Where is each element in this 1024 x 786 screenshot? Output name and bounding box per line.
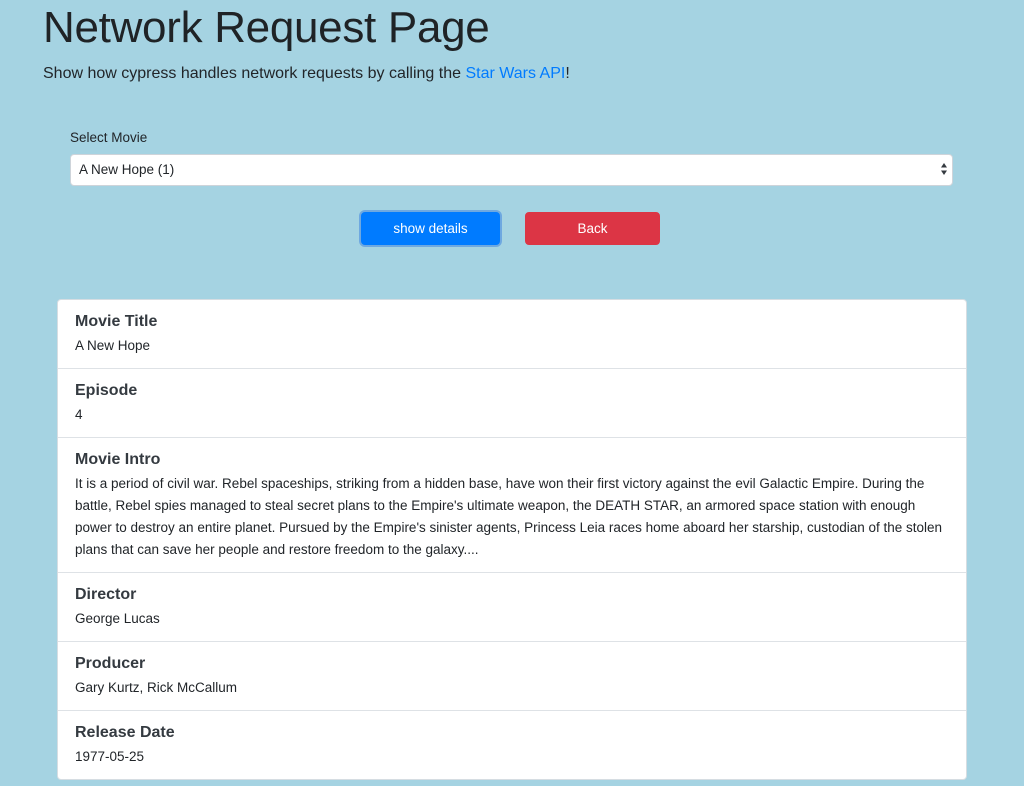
detail-row-release-date: Release Date 1977-05-25 (58, 710, 966, 779)
detail-row-director: Director George Lucas (58, 572, 966, 641)
back-button[interactable]: Back (525, 212, 660, 245)
subtitle-end: ! (565, 65, 570, 82)
detail-value: It is a period of civil war. Rebel space… (75, 476, 943, 557)
movie-select-value: A New Hope (1) (79, 162, 175, 177)
select-arrows-icon (941, 163, 947, 175)
detail-value: Gary Kurtz, Rick McCallum (75, 680, 238, 695)
detail-label: Episode (75, 382, 138, 399)
detail-value: George Lucas (75, 611, 160, 626)
page-subtitle: Show how cypress handles network request… (43, 63, 570, 85)
detail-label: Producer (75, 655, 146, 672)
detail-row-movie-intro: Movie Intro It is a period of civil war.… (58, 437, 966, 572)
detail-value: 1977-05-25 (75, 749, 145, 764)
detail-label: Release Date (75, 724, 175, 741)
detail-row-movie-title: Movie Title A New Hope (58, 300, 966, 368)
detail-value: 4 (75, 407, 83, 422)
subtitle-text: Show how cypress handles network request… (43, 65, 466, 82)
movie-details-card: Movie Title A New Hope Episode 4 Movie I… (57, 299, 967, 780)
detail-value: A New Hope (75, 338, 151, 353)
movie-select[interactable]: A New Hope (1) (70, 154, 953, 186)
star-wars-api-link[interactable]: Star Wars API (465, 65, 565, 82)
page-title: Network Request Page (43, 3, 490, 52)
detail-row-episode: Episode 4 (58, 368, 966, 437)
detail-row-producer: Producer Gary Kurtz, Rick McCallum (58, 641, 966, 710)
detail-label: Movie Intro (75, 451, 161, 468)
detail-label: Director (75, 586, 137, 603)
select-movie-label: Select Movie (70, 130, 148, 145)
detail-label: Movie Title (75, 313, 158, 330)
show-details-button[interactable]: show details (361, 212, 500, 245)
